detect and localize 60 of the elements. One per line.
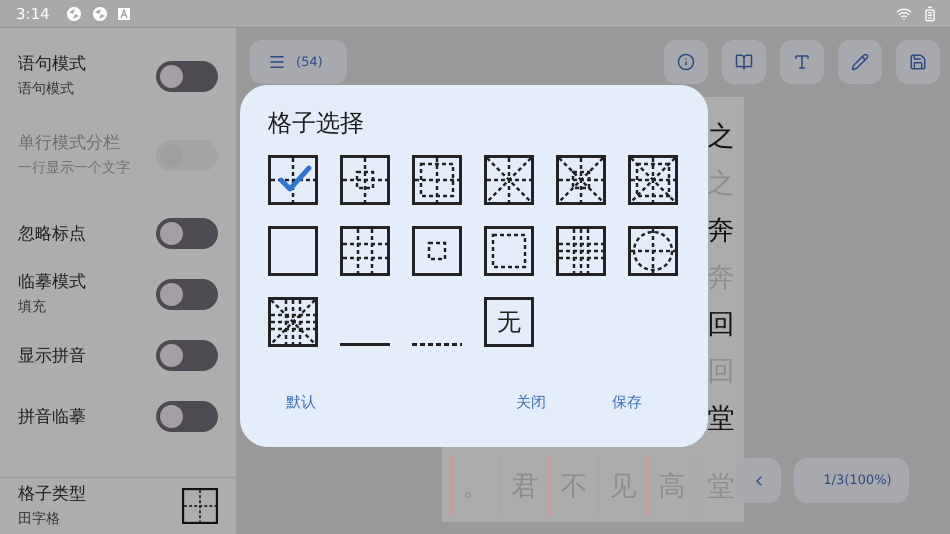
option-label: 无 (497, 309, 521, 335)
toggle-switch[interactable] (156, 279, 218, 310)
grid-style-option[interactable] (484, 155, 534, 205)
grid-style-option[interactable] (412, 226, 462, 276)
grid-style-option[interactable] (628, 155, 678, 205)
grid-style-option[interactable] (340, 226, 390, 276)
setting-subtitle: 田字格 (18, 510, 61, 529)
practice-character: 。 (462, 472, 490, 500)
menu-button[interactable]: (54) (250, 40, 347, 84)
dialog-title: 格子选择 (268, 108, 365, 139)
grid-style-option[interactable] (268, 155, 318, 205)
grid-style-option[interactable] (412, 155, 462, 205)
text-size-icon (793, 53, 811, 71)
next-page-button[interactable]: 1/3(100%) (794, 458, 909, 503)
dialog-button[interactable]: 默认 (278, 389, 324, 416)
status-time: 3:14 (16, 4, 50, 22)
info-button[interactable] (664, 40, 708, 84)
app-icon (66, 6, 82, 22)
setting-title: 忽略标点 (18, 223, 87, 245)
keyboard-icon (118, 8, 130, 20)
grid-style-option[interactable] (340, 343, 390, 347)
grid-type-preview-icon (182, 488, 218, 524)
save-icon (909, 53, 927, 71)
book-button[interactable] (722, 40, 766, 84)
grid-style-option[interactable] (484, 226, 534, 276)
pencil-icon (851, 53, 869, 71)
setting-subtitle: 填充 (18, 298, 47, 318)
grid-style-option[interactable] (484, 297, 534, 347)
edit-button[interactable] (838, 40, 882, 84)
setting-title: 单行模式分栏 (18, 132, 121, 154)
grid-style-option[interactable] (628, 226, 678, 276)
grid-style-option[interactable] (556, 155, 606, 205)
practice-character: 之 (708, 123, 734, 150)
practice-character: 奔 (708, 217, 734, 244)
practice-character: 堂 (708, 405, 734, 432)
toggle-switch[interactable] (156, 340, 218, 371)
grid-style-option[interactable] (412, 343, 462, 347)
setting-title: 临摹模式 (18, 271, 87, 294)
toggle-switch[interactable] (156, 61, 218, 92)
setting-title: 拼音临摹 (18, 406, 87, 428)
app-icon (92, 6, 108, 22)
setting-subtitle: 语句模式 (18, 80, 75, 100)
practice-character: 回 (708, 311, 734, 338)
wifi-icon (896, 6, 912, 22)
menu-icon (268, 53, 286, 71)
info-icon (677, 53, 695, 71)
dialog-button[interactable]: 保存 (604, 389, 650, 416)
grid-style-option[interactable] (556, 226, 606, 276)
toggle-switch[interactable] (156, 401, 218, 432)
toggle-switch[interactable] (156, 218, 218, 249)
dialog-button[interactable]: 关闭 (508, 389, 554, 416)
setting-subtitle: 一行显示一个文字 (18, 158, 131, 178)
setting-title: 语句模式 (18, 53, 87, 76)
grid-style-option[interactable] (340, 155, 390, 205)
setting-title: 格子类型 (18, 482, 87, 505)
setting-title: 显示拼音 (18, 345, 87, 367)
save-button[interactable] (896, 40, 940, 84)
grid-style-option[interactable] (268, 297, 318, 347)
book-icon (735, 53, 753, 71)
grid-style-option[interactable] (268, 226, 318, 276)
